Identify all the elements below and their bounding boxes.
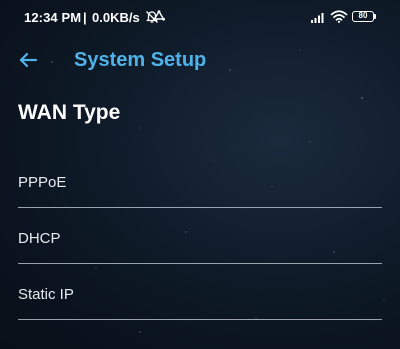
sync-icon (151, 10, 167, 29)
option-label: DHCP (18, 230, 61, 247)
wan-option-static-ip[interactable]: Static IP (18, 264, 382, 320)
section-title: WAN Type (18, 101, 121, 124)
status-separator: | (83, 10, 87, 25)
battery-cap (374, 14, 376, 19)
wan-option-pppoe[interactable]: PPPoE (18, 152, 382, 208)
status-bar: 12:34 PM | 0.0KB/s 80 (0, 0, 400, 34)
status-time: 12:34 PM (24, 10, 82, 25)
option-label: Static IP (18, 286, 74, 303)
battery-icon: 80 (352, 11, 374, 22)
back-button[interactable] (14, 46, 42, 74)
network-speed: 0.0KB/s (92, 10, 140, 25)
wan-type-list: PPPoE DHCP Static IP (18, 152, 382, 320)
page-title: System Setup (74, 49, 207, 71)
signal-icon (310, 11, 326, 29)
wan-option-dhcp[interactable]: DHCP (18, 208, 382, 264)
app-bar: System Setup (0, 40, 400, 80)
wifi-icon (330, 10, 348, 28)
option-label: PPPoE (18, 174, 67, 191)
arrow-left-icon (19, 52, 38, 68)
